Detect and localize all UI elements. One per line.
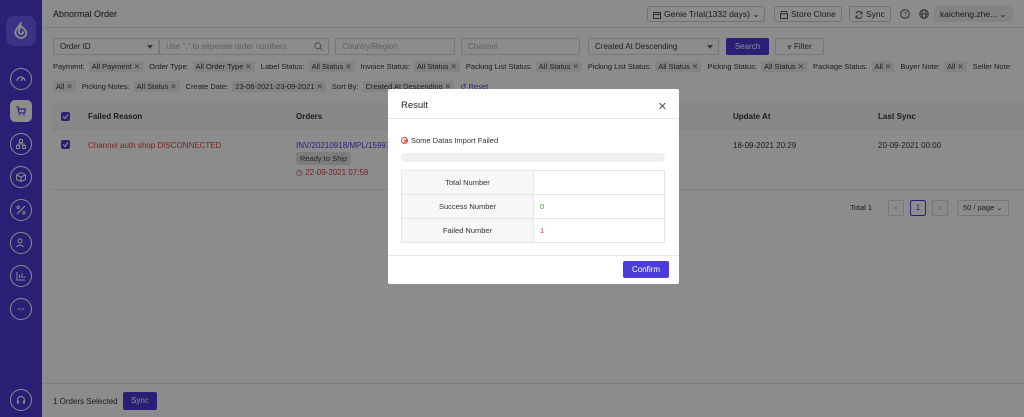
- modal-divider: [388, 118, 679, 119]
- result-row-failed: Failed Number 1: [401, 218, 665, 243]
- modal-title: Result: [401, 100, 428, 111]
- result-modal: Result ✕ Some Datas Import Failed Total …: [388, 89, 679, 284]
- result-table: Total Number Success Number 0 Failed Num…: [401, 170, 665, 243]
- success-number-label: Success Number: [401, 194, 534, 219]
- error-circle-icon: [401, 137, 408, 144]
- result-row-total: Total Number: [401, 170, 665, 195]
- result-row-success: Success Number 0: [401, 194, 665, 219]
- import-progress-bar: [401, 153, 665, 162]
- failed-number-label: Failed Number: [401, 218, 534, 243]
- failed-number-value: 1: [533, 218, 665, 243]
- close-icon[interactable]: ✕: [658, 100, 667, 113]
- error-message: Some Datas Import Failed: [401, 136, 498, 145]
- error-message-text: Some Datas Import Failed: [411, 136, 499, 145]
- confirm-button[interactable]: Confirm: [623, 261, 669, 278]
- total-number-value: [533, 170, 665, 195]
- success-number-value: 0: [533, 194, 665, 219]
- total-number-label: Total Number: [401, 170, 534, 195]
- modal-footer-divider: [388, 255, 679, 256]
